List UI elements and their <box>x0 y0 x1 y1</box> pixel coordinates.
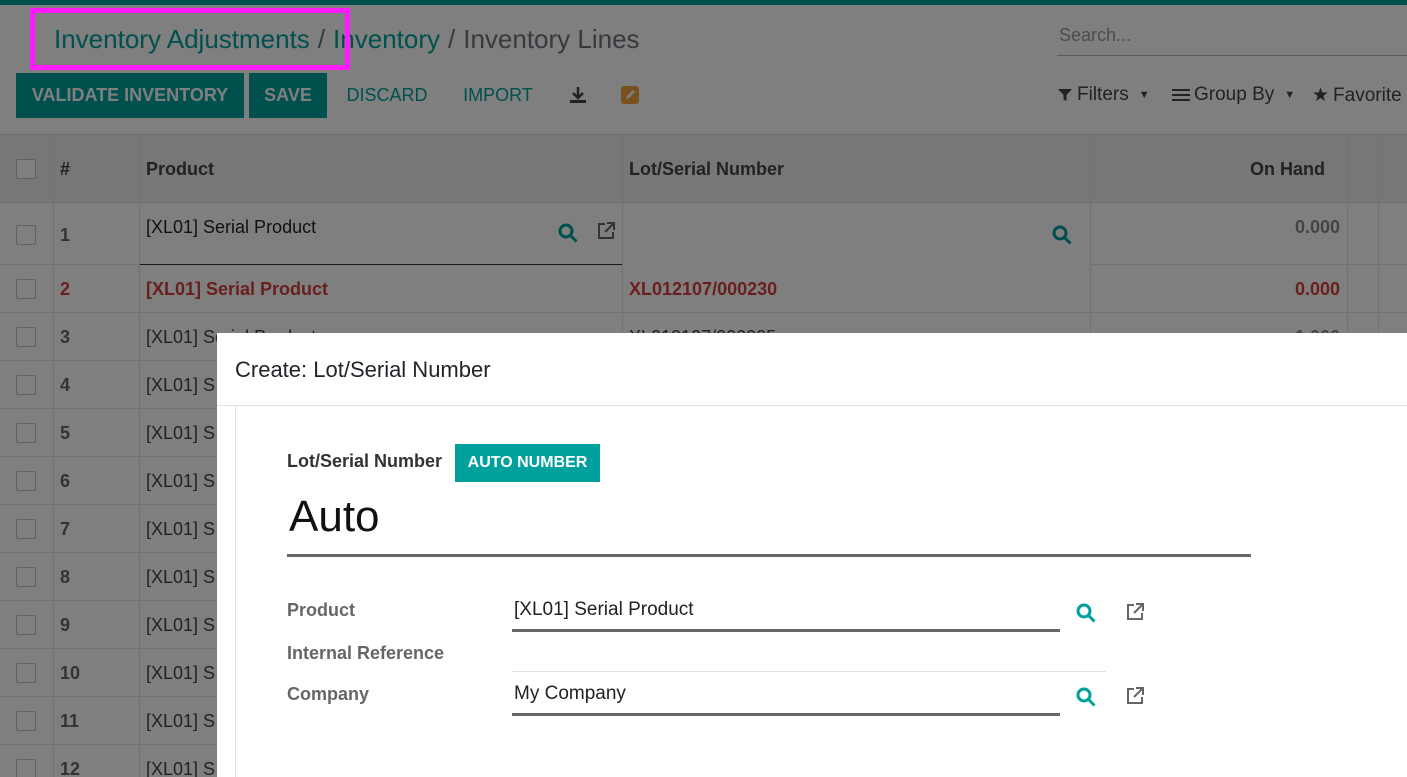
search-icon[interactable] <box>1074 601 1098 625</box>
modal-title: Create: Lot/Serial Number <box>217 333 1407 406</box>
external-link-icon[interactable] <box>1123 684 1147 708</box>
product-label: Product <box>287 600 356 620</box>
create-lot-dialog: Create: Lot/Serial Number Lot/Serial Num… <box>217 333 1407 777</box>
lot-name-input[interactable]: Auto <box>287 492 1251 557</box>
auto-number-button[interactable]: AUTO NUMBER <box>455 444 600 482</box>
highlight-annotation <box>30 8 350 70</box>
internal-reference-field[interactable] <box>512 671 1106 672</box>
search-icon[interactable] <box>1074 685 1098 709</box>
lot-serial-label: Lot/Serial Number <box>287 451 443 471</box>
company-field[interactable]: My Company <box>512 676 1060 716</box>
internal-reference-label: Internal Reference <box>287 643 445 663</box>
product-field[interactable]: [XL01] Serial Product <box>512 592 1060 632</box>
external-link-icon[interactable] <box>1123 600 1147 624</box>
modal-body: Lot/Serial Number AUTO NUMBER Auto Produ… <box>235 406 1407 777</box>
company-label: Company <box>287 684 370 704</box>
